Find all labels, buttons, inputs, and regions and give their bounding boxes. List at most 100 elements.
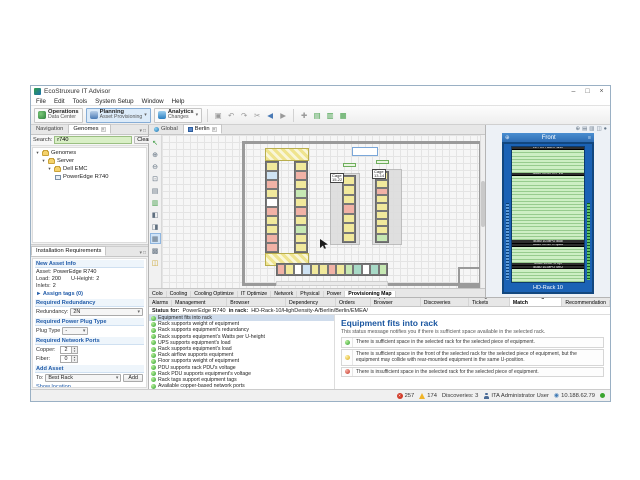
tab-genomes[interactable]: Genomes × [68, 124, 110, 134]
planning-perspective-button[interactable]: Planning Asset Provisioning ▾ [86, 108, 151, 123]
tree-item-dell-emc[interactable]: ▾ Dell EMC [33, 165, 146, 173]
rack-cell[interactable] [266, 171, 278, 180]
server-address[interactable]: ◉ 10.188.62.79 [554, 393, 595, 399]
alarm-warnings-badge[interactable]: 174 [419, 393, 437, 399]
tab-network-cable-browser[interactable]: Network Cable Browser [227, 298, 286, 306]
tree-item-poweredge-r740[interactable]: PowerEdge R740 [33, 173, 146, 181]
rack-cell[interactable] [266, 234, 278, 243]
show-location-link[interactable]: Show location [35, 382, 144, 388]
tree-item-genomes[interactable]: ▾ Genomes [33, 149, 146, 157]
close-icon[interactable]: × [212, 127, 217, 132]
panel-buttons[interactable]: ▾□ [137, 250, 148, 256]
tree-item-server[interactable]: ▾ Server [33, 157, 146, 165]
menu-system-setup[interactable]: System Setup [95, 98, 134, 105]
rack-cell[interactable] [295, 180, 307, 189]
tab-change-tickets[interactable]: Change Tickets [469, 298, 510, 306]
alarm-errors-badge[interactable]: × 257 [397, 393, 415, 399]
menu-icon[interactable]: ≡ [588, 135, 591, 141]
rack-cell[interactable] [266, 225, 278, 234]
add-rack-tool-icon[interactable]: ▥ [150, 197, 161, 208]
tile-tool-icon[interactable]: ◫ [150, 257, 161, 268]
rack-cell[interactable] [295, 198, 307, 207]
to-select[interactable]: Best Rack ▾ [45, 374, 121, 382]
copper-stepper[interactable]: 2 ▴▾ [60, 346, 78, 354]
map-vertical-scrollbar[interactable] [480, 135, 485, 288]
rack-cell[interactable] [285, 264, 293, 275]
rack-slot[interactable] [512, 279, 584, 282]
tab-berlin[interactable]: Berlin × [183, 124, 222, 134]
rack-cell[interactable] [328, 264, 336, 275]
tab-global[interactable]: Global [149, 124, 183, 134]
rack-cell[interactable] [277, 264, 285, 275]
rack-rear-tool-icon[interactable]: ◨ [150, 221, 161, 232]
search-input[interactable] [54, 136, 132, 144]
export-icon[interactable]: ▤ [312, 110, 322, 121]
report-icon[interactable]: ▥ [325, 110, 335, 121]
tools-icon[interactable]: ✚ [299, 110, 309, 121]
rack-options-icon[interactable]: ● [604, 125, 607, 133]
rack-view-icon[interactable]: ▥ [589, 125, 594, 133]
rack-cell[interactable] [295, 171, 307, 180]
analytics-perspective-button[interactable]: Analytics Changes ▾ [154, 108, 202, 123]
tab-installation-requirements[interactable]: Installation Requirements [31, 246, 106, 256]
layout-icon[interactable]: ▦ [338, 110, 348, 121]
place-equipment-tool-icon[interactable]: ▦ [150, 233, 161, 244]
tab-power-dependency[interactable]: Power Dependency [286, 298, 336, 306]
forward-icon[interactable]: ▶ [278, 110, 288, 121]
rack-cell[interactable] [376, 188, 388, 196]
cut-icon[interactable]: ✂ [252, 110, 262, 121]
expand-icon[interactable]: ▾ [35, 150, 40, 156]
rack-cell[interactable] [266, 216, 278, 225]
rack-cell[interactable] [343, 176, 355, 185]
rack-cell[interactable] [295, 243, 307, 252]
menu-window[interactable]: Window [142, 98, 164, 105]
rack-cell[interactable] [343, 185, 355, 194]
close-button[interactable]: × [596, 86, 607, 97]
menu-edit[interactable]: Edit [54, 98, 65, 105]
rack-cell[interactable] [295, 189, 307, 198]
rack-zoom-icon[interactable]: ⊕ [575, 125, 580, 133]
expand-icon[interactable]: ▾ [47, 166, 52, 172]
rack-cell[interactable] [266, 162, 278, 171]
maximize-button[interactable]: □ [582, 86, 593, 97]
cooling-unit[interactable] [352, 147, 378, 156]
assign-tags-link[interactable]: ► Assign tags (0) [35, 289, 144, 297]
rack-cell[interactable] [336, 264, 344, 275]
rack-cell[interactable] [295, 225, 307, 234]
redundancy-select[interactable]: 2N ▾ [70, 308, 143, 316]
rack-cell[interactable] [370, 264, 378, 275]
rack-cell[interactable] [376, 234, 388, 242]
rack-cell[interactable] [343, 195, 355, 204]
rack-pdu-left[interactable] [506, 203, 509, 280]
expand-icon[interactable]: ▾ [41, 158, 46, 164]
zoom-in-tool-icon[interactable]: ⊕ [150, 149, 161, 160]
rack-print-icon[interactable]: ▤ [582, 125, 587, 133]
rack-cell[interactable] [376, 219, 388, 227]
tab-work-orders[interactable]: Work Orders [336, 298, 371, 306]
plug-type-select[interactable]: - ▾ [62, 327, 88, 335]
operations-perspective-button[interactable]: Operations Data Center [34, 108, 83, 123]
rack-cell[interactable] [343, 233, 355, 242]
rack-slots[interactable]: 16 Port Patch Paneldl360 10-MPO-P 2Udl36… [511, 146, 585, 283]
zoom-area-tool-icon[interactable]: ⊡ [150, 173, 161, 184]
rack-cell[interactable] [343, 204, 355, 213]
rack-cell[interactable] [343, 214, 355, 223]
tab-navigation[interactable]: Navigation [31, 124, 68, 134]
analytics-dropdown-caret[interactable]: ▾ [196, 112, 199, 118]
menu-file[interactable]: File [36, 98, 46, 105]
floorplan-canvas[interactable]: Cage15-22 Cage13-14 [162, 135, 480, 288]
tab-alarms[interactable]: Alarms [149, 300, 172, 306]
rack-cell[interactable] [362, 264, 370, 275]
rack-cell[interactable] [319, 264, 327, 275]
row-tool-icon[interactable]: ▩ [150, 245, 161, 256]
rack-cell[interactable] [295, 216, 307, 225]
zoom-out-tool-icon[interactable]: ⊖ [150, 161, 161, 172]
add-button[interactable]: Add [123, 374, 143, 382]
rack-front-tool-icon[interactable]: ◧ [150, 209, 161, 220]
rack-cell[interactable] [311, 264, 319, 275]
fiber-stepper[interactable]: 0 ▴▾ [60, 355, 78, 363]
rack-cell[interactable] [302, 264, 310, 275]
rack-cell[interactable] [343, 223, 355, 232]
rack-cell[interactable] [294, 264, 302, 275]
rack-cell[interactable] [376, 180, 388, 188]
